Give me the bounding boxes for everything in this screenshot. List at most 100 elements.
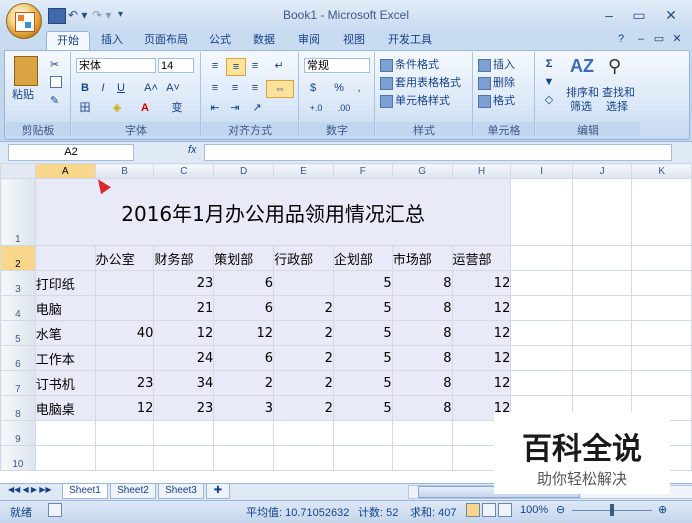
- align-left-icon[interactable]: ≡: [206, 80, 224, 96]
- row-header-1[interactable]: 1: [0, 178, 36, 246]
- tab-insert[interactable]: 插入: [92, 31, 132, 50]
- decrease-decimal-button[interactable]: .00: [332, 100, 356, 116]
- cell[interactable]: [571, 345, 633, 371]
- sheet-tab-2[interactable]: Sheet2: [110, 484, 156, 499]
- value-cell[interactable]: 2: [273, 345, 334, 371]
- cell[interactable]: [510, 345, 573, 371]
- sort-filter-label-2[interactable]: 筛选: [570, 100, 592, 114]
- value-cell[interactable]: 5: [332, 295, 393, 321]
- row-header-3[interactable]: 3: [0, 270, 36, 296]
- italic-button[interactable]: I: [94, 80, 112, 96]
- autosum-button[interactable]: Σ: [540, 56, 558, 72]
- fill-icon[interactable]: ▼: [540, 74, 558, 90]
- value-cell[interactable]: 6: [213, 295, 275, 321]
- font-size-select[interactable]: 14: [158, 58, 194, 73]
- page-layout-view-icon[interactable]: [482, 503, 496, 517]
- cell[interactable]: [631, 270, 692, 296]
- row-header-5[interactable]: 5: [0, 320, 36, 346]
- item-name-cell[interactable]: 电脑: [34, 295, 96, 321]
- value-cell[interactable]: 40: [94, 320, 155, 346]
- cell[interactable]: [153, 420, 215, 446]
- column-header-f[interactable]: F: [332, 163, 393, 179]
- copy-icon[interactable]: [50, 76, 62, 88]
- item-name-cell[interactable]: 电脑桌: [34, 395, 96, 421]
- cell[interactable]: [510, 270, 573, 296]
- cell[interactable]: [631, 345, 692, 371]
- find-select-icon[interactable]: ⚲: [608, 56, 632, 80]
- item-name-cell[interactable]: 订书机: [34, 370, 96, 396]
- sort-filter-icon[interactable]: AZ: [570, 56, 594, 80]
- value-cell[interactable]: 21: [153, 295, 215, 321]
- workbook-minimize-button[interactable]: –: [634, 32, 648, 46]
- name-box[interactable]: A2: [8, 144, 134, 161]
- cell[interactable]: [631, 245, 692, 271]
- sort-filter-label[interactable]: 排序和: [566, 86, 599, 100]
- format-cells-button[interactable]: 格式: [478, 94, 515, 108]
- row-header-9[interactable]: 9: [0, 420, 36, 446]
- value-cell[interactable]: 12: [451, 295, 512, 321]
- formula-input[interactable]: [204, 144, 672, 161]
- value-cell[interactable]: 5: [332, 370, 393, 396]
- cell[interactable]: [510, 370, 573, 396]
- header-cell-a2[interactable]: [34, 245, 96, 271]
- find-select-label-2[interactable]: 选择: [606, 100, 628, 114]
- cell[interactable]: [571, 270, 633, 296]
- office-button[interactable]: [6, 3, 42, 39]
- header-cell[interactable]: 运营部: [451, 245, 512, 271]
- cell[interactable]: [571, 370, 633, 396]
- tab-home[interactable]: 开始: [46, 31, 90, 51]
- number-format-select[interactable]: 常规: [304, 58, 370, 73]
- cut-icon[interactable]: ✂: [50, 58, 59, 71]
- increase-decimal-button[interactable]: +.0: [304, 100, 328, 116]
- value-cell[interactable]: [273, 270, 334, 296]
- grow-font-button[interactable]: A˄: [142, 80, 160, 96]
- value-cell[interactable]: 8: [391, 320, 453, 346]
- currency-icon[interactable]: $: [304, 80, 322, 96]
- shrink-font-button[interactable]: A˅: [164, 80, 182, 96]
- cell[interactable]: [332, 445, 393, 471]
- cell[interactable]: [273, 445, 334, 471]
- value-cell[interactable]: 12: [451, 370, 512, 396]
- value-cell[interactable]: 2: [273, 370, 334, 396]
- column-header-h[interactable]: H: [451, 163, 512, 179]
- wrap-text-icon[interactable]: ↵: [270, 58, 288, 74]
- row-header-4[interactable]: 4: [0, 295, 36, 321]
- column-header-b[interactable]: B: [94, 163, 155, 179]
- value-cell[interactable]: 2: [273, 295, 334, 321]
- item-name-cell[interactable]: 打印纸: [34, 270, 96, 296]
- cell[interactable]: [213, 445, 275, 471]
- cell[interactable]: [213, 420, 275, 446]
- bold-button[interactable]: B: [76, 80, 94, 96]
- cell[interactable]: [631, 370, 692, 396]
- item-name-cell[interactable]: 工作本: [34, 345, 96, 371]
- value-cell[interactable]: [94, 270, 155, 296]
- value-cell[interactable]: 8: [391, 345, 453, 371]
- zoom-level[interactable]: 100%: [520, 504, 548, 516]
- new-sheet-icon[interactable]: ✚: [206, 484, 230, 499]
- conditional-format-button[interactable]: 条件格式: [380, 58, 439, 72]
- phonetic-button[interactable]: 变: [168, 100, 186, 116]
- cell[interactable]: [34, 445, 96, 471]
- cell[interactable]: [510, 245, 573, 271]
- cell[interactable]: [273, 420, 334, 446]
- tab-view[interactable]: 视图: [336, 31, 372, 50]
- sheet-tab-3[interactable]: Sheet3: [158, 484, 204, 499]
- value-cell[interactable]: 12: [451, 345, 512, 371]
- maximize-button[interactable]: ▭: [628, 6, 650, 24]
- cell[interactable]: [631, 295, 692, 321]
- tab-page-layout[interactable]: 页面布局: [138, 31, 194, 50]
- column-header-j[interactable]: J: [571, 163, 633, 179]
- header-cell[interactable]: 市场部: [391, 245, 453, 271]
- row-header-7[interactable]: 7: [0, 370, 36, 396]
- align-center-icon[interactable]: ≡: [226, 80, 244, 96]
- value-cell[interactable]: 5: [332, 395, 393, 421]
- minimize-button[interactable]: –: [598, 6, 620, 24]
- delete-cells-button[interactable]: 删除: [478, 76, 515, 90]
- header-cell[interactable]: 策划部: [213, 245, 275, 271]
- value-cell[interactable]: 6: [213, 270, 275, 296]
- column-header-d[interactable]: D: [213, 163, 275, 179]
- zoom-in-icon[interactable]: ⊕: [658, 503, 667, 516]
- cell-styles-button[interactable]: 单元格样式: [380, 94, 450, 108]
- format-painter-icon[interactable]: ✎: [50, 94, 59, 107]
- paste-button[interactable]: 粘贴: [12, 88, 34, 102]
